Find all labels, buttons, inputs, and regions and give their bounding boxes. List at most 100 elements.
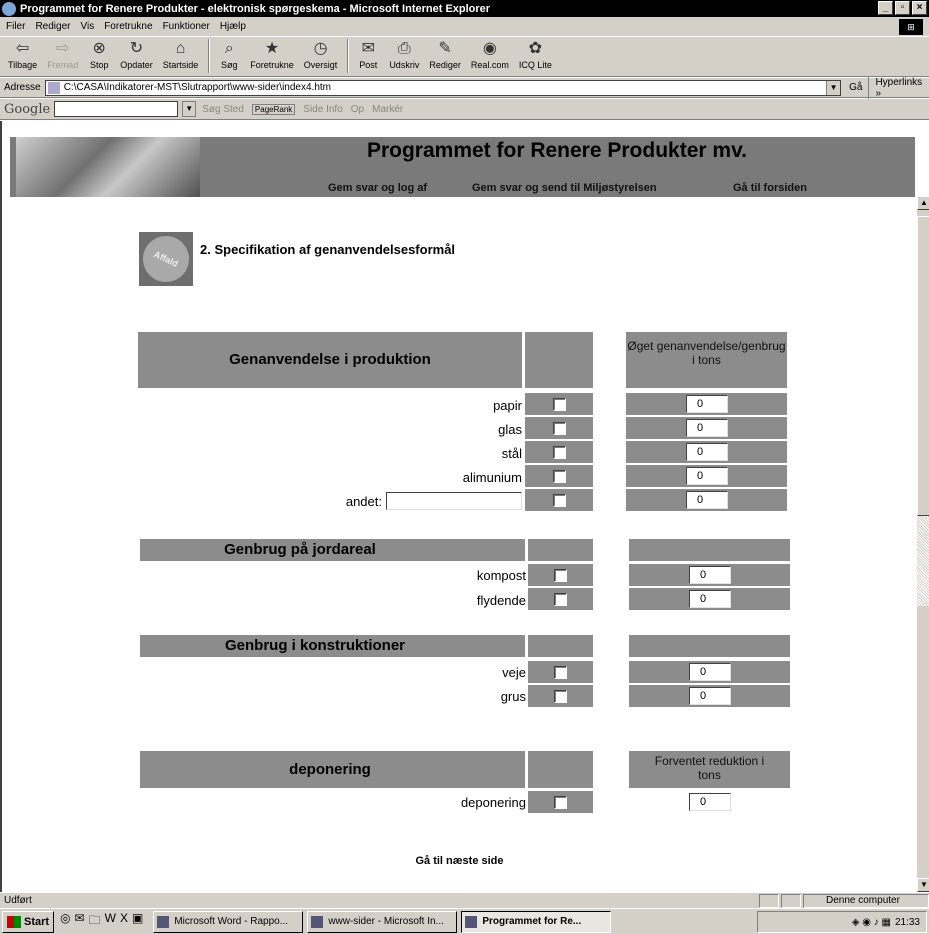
menu-rediger[interactable]: Rediger — [35, 21, 70, 32]
checkbox-header-cell — [525, 332, 593, 388]
checkbox-grus[interactable] — [554, 690, 567, 703]
vertical-scrollbar[interactable]: ▲ ▼ — [917, 196, 929, 892]
page-info-button[interactable]: Side Info — [303, 104, 342, 115]
menu-foretrukne[interactable]: Foretrukne — [104, 21, 152, 32]
start-button[interactable]: Start — [2, 910, 55, 933]
refresh-button[interactable]: ↻ Opdater — [120, 37, 153, 70]
google-search-input[interactable] — [54, 101, 179, 117]
amount-input-papir[interactable]: 0 — [686, 395, 728, 413]
right-header — [629, 635, 790, 657]
mail-button[interactable]: ✉ Post — [357, 37, 379, 70]
checkbox-veje[interactable] — [554, 666, 567, 679]
menu-hjaelp[interactable]: Hjælp — [220, 21, 246, 32]
checkbox-flydende[interactable] — [554, 593, 567, 606]
amount-input-deponering[interactable]: 0 — [689, 793, 731, 811]
section-header: Genbrug i konstruktioner — [140, 635, 525, 657]
amount-input-andet[interactable]: 0 — [686, 491, 728, 509]
task-word[interactable]: Microsoft Word - Rappo... — [153, 910, 304, 933]
ie-quicklaunch-icon[interactable]: ◎ — [60, 911, 70, 932]
desktop-icon[interactable]: ▣ — [132, 911, 143, 932]
andet-text-input[interactable] — [386, 492, 522, 510]
google-toolbar: Google ▼ Søg Sted PageRank Side Info Op … — [0, 99, 929, 120]
amount-input-alimunium[interactable]: 0 — [686, 467, 728, 485]
scroll-up-icon[interactable]: ▲ — [917, 196, 929, 210]
highlight-button[interactable]: Markér — [372, 104, 403, 115]
outlook-icon[interactable]: ✉ — [75, 911, 85, 932]
word-icon[interactable]: W — [105, 911, 116, 932]
google-dropdown-icon[interactable]: ▼ — [182, 101, 197, 117]
right-header: Forventet reduktion i tons — [629, 751, 790, 788]
banner-image — [16, 137, 200, 197]
page-icon — [47, 81, 60, 94]
amount-input-kompost[interactable]: 0 — [689, 566, 731, 584]
next-page-link[interactable]: Gå til næste side — [2, 855, 917, 867]
search-button[interactable]: ⌕ Søg — [218, 37, 240, 70]
forward-button[interactable]: ⇨ Fremad — [47, 37, 78, 70]
edit-button[interactable]: ✎ Rediger — [429, 37, 461, 70]
excel-icon[interactable]: X — [120, 911, 128, 932]
minimize-button[interactable]: _ — [878, 1, 893, 15]
menu-funktioner[interactable]: Funktioner — [163, 21, 210, 32]
print-button[interactable]: ⎙ Udskriv — [389, 37, 419, 70]
close-button[interactable]: × — [912, 1, 927, 15]
row-label-glas: glas — [498, 422, 522, 437]
ie-icon — [2, 1, 16, 16]
scroll-down-icon[interactable]: ▼ — [917, 878, 929, 892]
address-dropdown-icon[interactable]: ▼ — [826, 80, 841, 95]
hyperlinks-button[interactable]: Hyperlinks » — [868, 76, 929, 99]
up-button[interactable]: Op — [351, 104, 364, 115]
go-button[interactable]: Gå — [849, 82, 862, 93]
checkbox-alimunium[interactable] — [553, 470, 566, 483]
row-label-papir: papir — [493, 398, 522, 413]
nav-save-logout[interactable]: Gem svar og log af — [328, 182, 427, 194]
checkbox-glas[interactable] — [553, 422, 566, 435]
google-logo[interactable]: Google — [4, 102, 50, 117]
icq-button[interactable]: ✿ ICQ Lite — [519, 37, 552, 70]
scroll-track[interactable] — [917, 516, 929, 606]
checkbox-staal[interactable] — [553, 446, 566, 459]
menu-vis[interactable]: Vis — [80, 21, 94, 32]
nav-frontpage[interactable]: Gå til forsiden — [733, 182, 807, 194]
stop-button[interactable]: ⊗ Stop — [88, 37, 110, 70]
task-explorer[interactable]: www-sider - Microsoft In... — [307, 910, 458, 933]
home-button[interactable]: ⌂ Startside — [163, 37, 199, 70]
word-task-icon — [157, 915, 170, 928]
back-button[interactable]: ⇦ Tilbage — [8, 37, 37, 70]
address-input[interactable]: C:\CASA\Indikatorer-MST\Slutrapport\www-… — [44, 79, 842, 96]
folder-task-icon — [311, 915, 324, 928]
menu-filer[interactable]: Filer — [6, 21, 25, 32]
amount-input-flydende[interactable]: 0 — [689, 590, 731, 608]
row-label-grus: grus — [500, 689, 526, 704]
amount-input-glas[interactable]: 0 — [686, 419, 728, 437]
checkbox-header-cell — [528, 539, 593, 561]
history-icon: ◷ — [313, 40, 328, 57]
realcom-button[interactable]: ◉ Real.com — [471, 37, 509, 70]
window-titlebar: Programmet for Renere Produkter - elektr… — [0, 0, 929, 17]
pagerank-indicator[interactable]: PageRank — [251, 103, 296, 115]
realplayer-icon: ◉ — [482, 40, 497, 57]
section-title: 2. Specifikation af genanvendelsesformål — [200, 242, 456, 257]
history-button[interactable]: ◷ Oversigt — [304, 37, 338, 70]
checkbox-andet[interactable] — [553, 494, 566, 507]
toolbar-separator — [347, 39, 350, 73]
home-icon: ⌂ — [175, 40, 186, 57]
maximize-button[interactable]: ▫ — [895, 1, 910, 15]
edit-icon: ✎ — [438, 40, 452, 57]
right-header — [629, 539, 790, 561]
checkbox-papir[interactable] — [553, 398, 566, 411]
tray-icons[interactable]: ◈ ◉ ♪ ▦ — [852, 917, 891, 928]
nav-save-send[interactable]: Gem svar og send til Miljøstyrelsen — [472, 182, 657, 194]
amount-input-grus[interactable]: 0 — [689, 687, 731, 705]
explorer-icon[interactable]: 🗀 — [89, 911, 101, 932]
favorites-button[interactable]: ★ Foretrukne — [250, 37, 294, 70]
row-label-deponering: deponering — [460, 795, 526, 810]
checkbox-kompost[interactable] — [554, 569, 567, 582]
checkbox-deponering[interactable] — [554, 796, 567, 809]
amount-input-staal[interactable]: 0 — [686, 443, 728, 461]
search-icon: ⌕ — [224, 40, 234, 57]
refresh-icon: ↻ — [129, 40, 144, 57]
amount-input-veje[interactable]: 0 — [689, 663, 731, 681]
task-ie[interactable]: Programmet for Re... — [461, 910, 612, 933]
scroll-thumb[interactable] — [917, 216, 929, 516]
google-search-site-button[interactable]: Søg Sted — [202, 104, 244, 115]
